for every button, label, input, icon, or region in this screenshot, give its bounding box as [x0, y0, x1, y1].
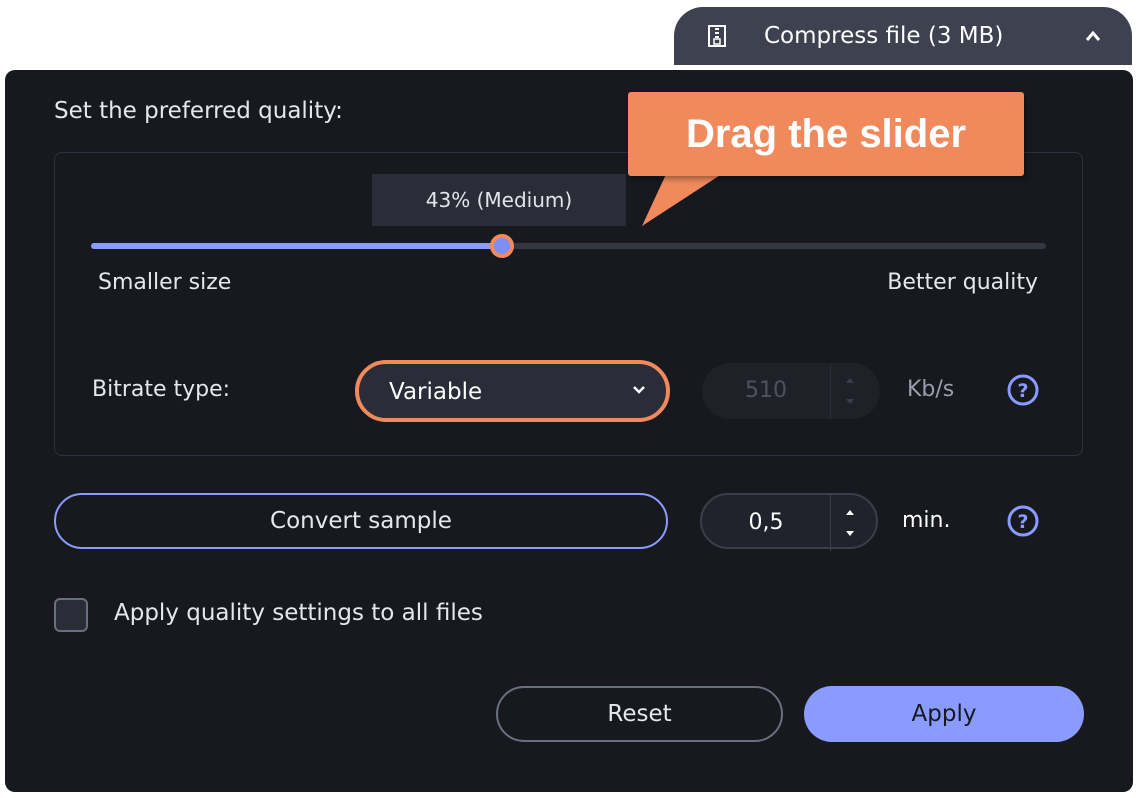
help-icon[interactable]: ? — [1006, 373, 1040, 407]
bitrate-value-stepper: 510 — [702, 363, 880, 419]
convert-sample-button[interactable]: Convert sample — [54, 493, 668, 549]
compress-file-tab[interactable]: Compress file (3 MB) — [674, 7, 1132, 65]
svg-text:?: ? — [1017, 511, 1028, 533]
arrow-down-icon[interactable] — [842, 527, 858, 541]
quality-dialog: Set the preferred quality: 43% (Medium) … — [5, 70, 1133, 792]
quality-slider[interactable] — [91, 234, 1046, 258]
chevron-down-icon — [633, 386, 645, 394]
chevron-up-icon[interactable] — [1084, 29, 1102, 43]
quality-slider-fill — [91, 243, 502, 249]
arrow-down-icon — [846, 399, 854, 404]
svg-text:?: ? — [1017, 380, 1028, 402]
stepper-divider — [830, 363, 831, 419]
bitrate-type-dropdown[interactable]: Variable — [355, 360, 670, 422]
drag-slider-callout: Drag the slider — [628, 92, 1024, 176]
callout-pointer — [642, 170, 728, 226]
arrow-up-icon — [846, 378, 854, 383]
zip-file-icon — [708, 25, 726, 47]
sample-duration-value[interactable]: 0,5 — [702, 495, 830, 551]
bitrate-unit-label: Kb/s — [907, 377, 955, 402]
apply-all-checkbox[interactable] — [54, 598, 88, 632]
stepper-divider — [830, 495, 831, 551]
quality-slider-thumb[interactable] — [489, 234, 514, 258]
bitrate-value: 510 — [745, 378, 787, 403]
dialog-title: Set the preferred quality: — [54, 98, 343, 124]
sample-duration-unit: min. — [902, 508, 951, 533]
quality-value-label: 43% (Medium) — [372, 174, 626, 226]
apply-all-label[interactable]: Apply quality settings to all files — [114, 600, 483, 626]
better-quality-label: Better quality — [887, 270, 1038, 295]
bitrate-type-selected: Variable — [389, 379, 483, 405]
reset-button[interactable]: Reset — [496, 686, 783, 742]
sample-duration-stepper[interactable]: 0,5 — [700, 493, 878, 551]
arrow-up-icon[interactable] — [842, 505, 858, 519]
help-icon[interactable]: ? — [1006, 504, 1040, 538]
compress-file-label: Compress file (3 MB) — [764, 23, 1004, 49]
smaller-size-label: Smaller size — [98, 270, 232, 295]
bitrate-type-label: Bitrate type: — [92, 377, 231, 402]
apply-button[interactable]: Apply — [804, 686, 1084, 742]
